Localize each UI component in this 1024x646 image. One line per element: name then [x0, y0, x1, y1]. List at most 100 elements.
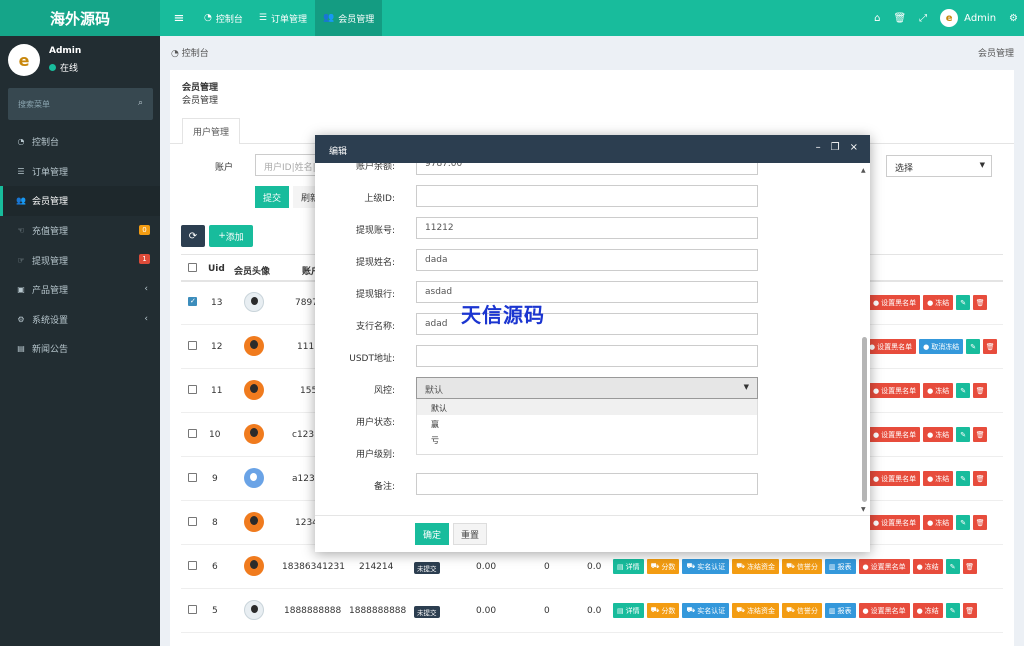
- form-row-risk: 风控: 默认 ▼: [315, 377, 855, 399]
- credit-button[interactable]: ⛟ 信誉分: [782, 559, 822, 574]
- sidebar-item-dashboard[interactable]: ◔ 控制台: [0, 127, 160, 157]
- realname-button[interactable]: ⛟ 实名认证: [682, 603, 730, 618]
- blacklist-button[interactable]: ● 设置黑名单: [869, 427, 921, 442]
- blacklist-button[interactable]: ● 设置黑名单: [869, 383, 921, 398]
- trash-icon[interactable]: 🗑: [893, 13, 906, 24]
- parent-id-input[interactable]: [416, 185, 758, 207]
- delete-button[interactable]: 🗑: [973, 471, 988, 486]
- freeze-button[interactable]: ● 冻结: [923, 515, 954, 530]
- scroll-down-icon[interactable]: ▼: [861, 506, 866, 513]
- blacklist-button[interactable]: ● 设置黑名单: [869, 515, 921, 530]
- row-checkbox[interactable]: [188, 561, 197, 570]
- app-logo[interactable]: 海外源码: [0, 0, 160, 36]
- blacklist-button[interactable]: ● 设置黑名单: [869, 471, 921, 486]
- withdraw-account-input[interactable]: 11212: [416, 217, 758, 239]
- risk-control-select[interactable]: 默认 ▼: [416, 377, 758, 399]
- close-icon[interactable]: ×: [850, 142, 858, 153]
- detail-button[interactable]: ▤ 详情: [613, 559, 644, 574]
- detail-button[interactable]: ▤ 详情: [613, 603, 644, 618]
- search-icon[interactable]: ⌕: [138, 98, 143, 108]
- fullscreen-icon[interactable]: ⤢: [919, 13, 927, 24]
- dropdown-option[interactable]: 亏: [417, 431, 757, 447]
- row-checkbox[interactable]: [188, 385, 197, 394]
- freeze-button[interactable]: ● 冻结: [923, 383, 954, 398]
- report-button[interactable]: ▥ 报表: [824, 559, 856, 574]
- row-checkbox[interactable]: [188, 429, 197, 438]
- refresh-button[interactable]: ⟳: [181, 225, 205, 247]
- top-tab-orders[interactable]: ☰ 订单管理: [251, 0, 315, 36]
- edit-button[interactable]: ✎: [956, 515, 971, 530]
- delete-button[interactable]: 🗑: [973, 383, 988, 398]
- blacklist-button[interactable]: ● 设置黑名单: [869, 295, 921, 310]
- report-button[interactable]: ▥ 报表: [824, 603, 856, 618]
- sidebar-item-withdraw[interactable]: ☞ 提现管理 1: [0, 245, 160, 275]
- dropdown-option[interactable]: 默认: [417, 399, 757, 415]
- edit-button[interactable]: ✎: [956, 471, 971, 486]
- delete-button[interactable]: 🗑: [983, 339, 998, 354]
- modal-scrollbar[interactable]: ▲ ▼: [861, 167, 868, 513]
- remark-input[interactable]: [416, 473, 758, 495]
- sidebar-item-settings[interactable]: ⚙ 系统设置 ‹: [0, 305, 160, 335]
- sidebar-item-recharge[interactable]: ☜ 充值管理 0: [0, 216, 160, 246]
- sidebar-search[interactable]: 搜索菜单 ⌕: [8, 88, 153, 120]
- admin-menu[interactable]: e Admin: [940, 9, 996, 27]
- freeze-button[interactable]: ● 冻结: [923, 471, 954, 486]
- row-checkbox[interactable]: [188, 473, 197, 482]
- row-checkbox[interactable]: [188, 297, 197, 306]
- sidebar-item-products[interactable]: ▣ 产品管理 ‹: [0, 275, 160, 305]
- balance-input[interactable]: 9787.00: [416, 163, 758, 175]
- freeze-funds-button[interactable]: ⛟ 冻结资金: [732, 559, 780, 574]
- delete-button[interactable]: 🗑: [962, 559, 977, 574]
- scroll-up-icon[interactable]: ▲: [861, 167, 866, 174]
- filter-label: 账户: [215, 163, 234, 173]
- freeze-button[interactable]: ● 冻结: [923, 427, 954, 442]
- delete-button[interactable]: 🗑: [973, 427, 988, 442]
- blacklist-button[interactable]: ● 设置黑名单: [858, 603, 910, 618]
- edit-button[interactable]: ✎: [966, 339, 981, 354]
- edit-button[interactable]: ✎: [945, 603, 960, 618]
- row-checkbox[interactable]: [188, 605, 197, 614]
- breadcrumb-home[interactable]: ◔ 控制台: [171, 46, 209, 59]
- sidebar-item-news[interactable]: ▤ 新闻公告: [0, 334, 160, 364]
- usdt-address-input[interactable]: [416, 345, 758, 367]
- dropdown-option[interactable]: 赢: [417, 415, 757, 431]
- blacklist-button[interactable]: ● 设置黑名单: [865, 339, 917, 354]
- maximize-icon[interactable]: ❐: [831, 142, 840, 153]
- home-icon[interactable]: ⌂: [874, 13, 880, 24]
- score-button[interactable]: ⛟ 分数: [646, 603, 680, 618]
- row-checkbox[interactable]: [188, 341, 197, 350]
- confirm-button[interactable]: 确定: [415, 523, 449, 545]
- modal-reset-button[interactable]: 重置: [453, 523, 487, 545]
- realname-button[interactable]: ⛟ 实名认证: [682, 559, 730, 574]
- delete-button[interactable]: 🗑: [962, 603, 977, 618]
- blacklist-button[interactable]: ● 设置黑名单: [858, 559, 910, 574]
- sidebar-item-members[interactable]: 👥 会员管理: [0, 186, 160, 216]
- edit-button[interactable]: ✎: [956, 427, 971, 442]
- settings-icon[interactable]: ⚙: [1009, 13, 1018, 24]
- submit-button[interactable]: 提交: [255, 186, 289, 208]
- sidebar-item-orders[interactable]: ☰ 订单管理: [0, 157, 160, 187]
- edit-button[interactable]: ✎: [956, 383, 971, 398]
- delete-button[interactable]: 🗑: [973, 295, 988, 310]
- add-button[interactable]: + 添加: [209, 225, 253, 247]
- menu-toggle-icon[interactable]: ≡: [166, 0, 192, 36]
- delete-button[interactable]: 🗑: [973, 515, 988, 530]
- top-tab-dashboard[interactable]: ◔ 控制台: [196, 0, 251, 36]
- withdraw-name-input[interactable]: dada: [416, 249, 758, 271]
- edit-button[interactable]: ✎: [956, 295, 971, 310]
- edit-button[interactable]: ✎: [945, 559, 960, 574]
- unfreeze-button[interactable]: ● 取消冻结: [919, 339, 964, 354]
- freeze-button[interactable]: ● 冻结: [912, 559, 943, 574]
- freeze-funds-button[interactable]: ⛟ 冻结资金: [732, 603, 780, 618]
- tab-user-management[interactable]: 用户管理: [182, 118, 241, 144]
- row-checkbox[interactable]: [188, 517, 197, 526]
- credit-button[interactable]: ⛟ 信誉分: [782, 603, 822, 618]
- filter-select[interactable]: 选择 ▼: [886, 155, 992, 177]
- select-all-checkbox[interactable]: [188, 263, 197, 272]
- minimize-icon[interactable]: –: [816, 142, 821, 153]
- scrollbar-thumb[interactable]: [862, 337, 867, 502]
- freeze-button[interactable]: ● 冻结: [923, 295, 954, 310]
- top-tab-members[interactable]: 👥 会员管理: [314, 0, 383, 36]
- freeze-button[interactable]: ● 冻结: [912, 603, 943, 618]
- score-button[interactable]: ⛟ 分数: [646, 559, 680, 574]
